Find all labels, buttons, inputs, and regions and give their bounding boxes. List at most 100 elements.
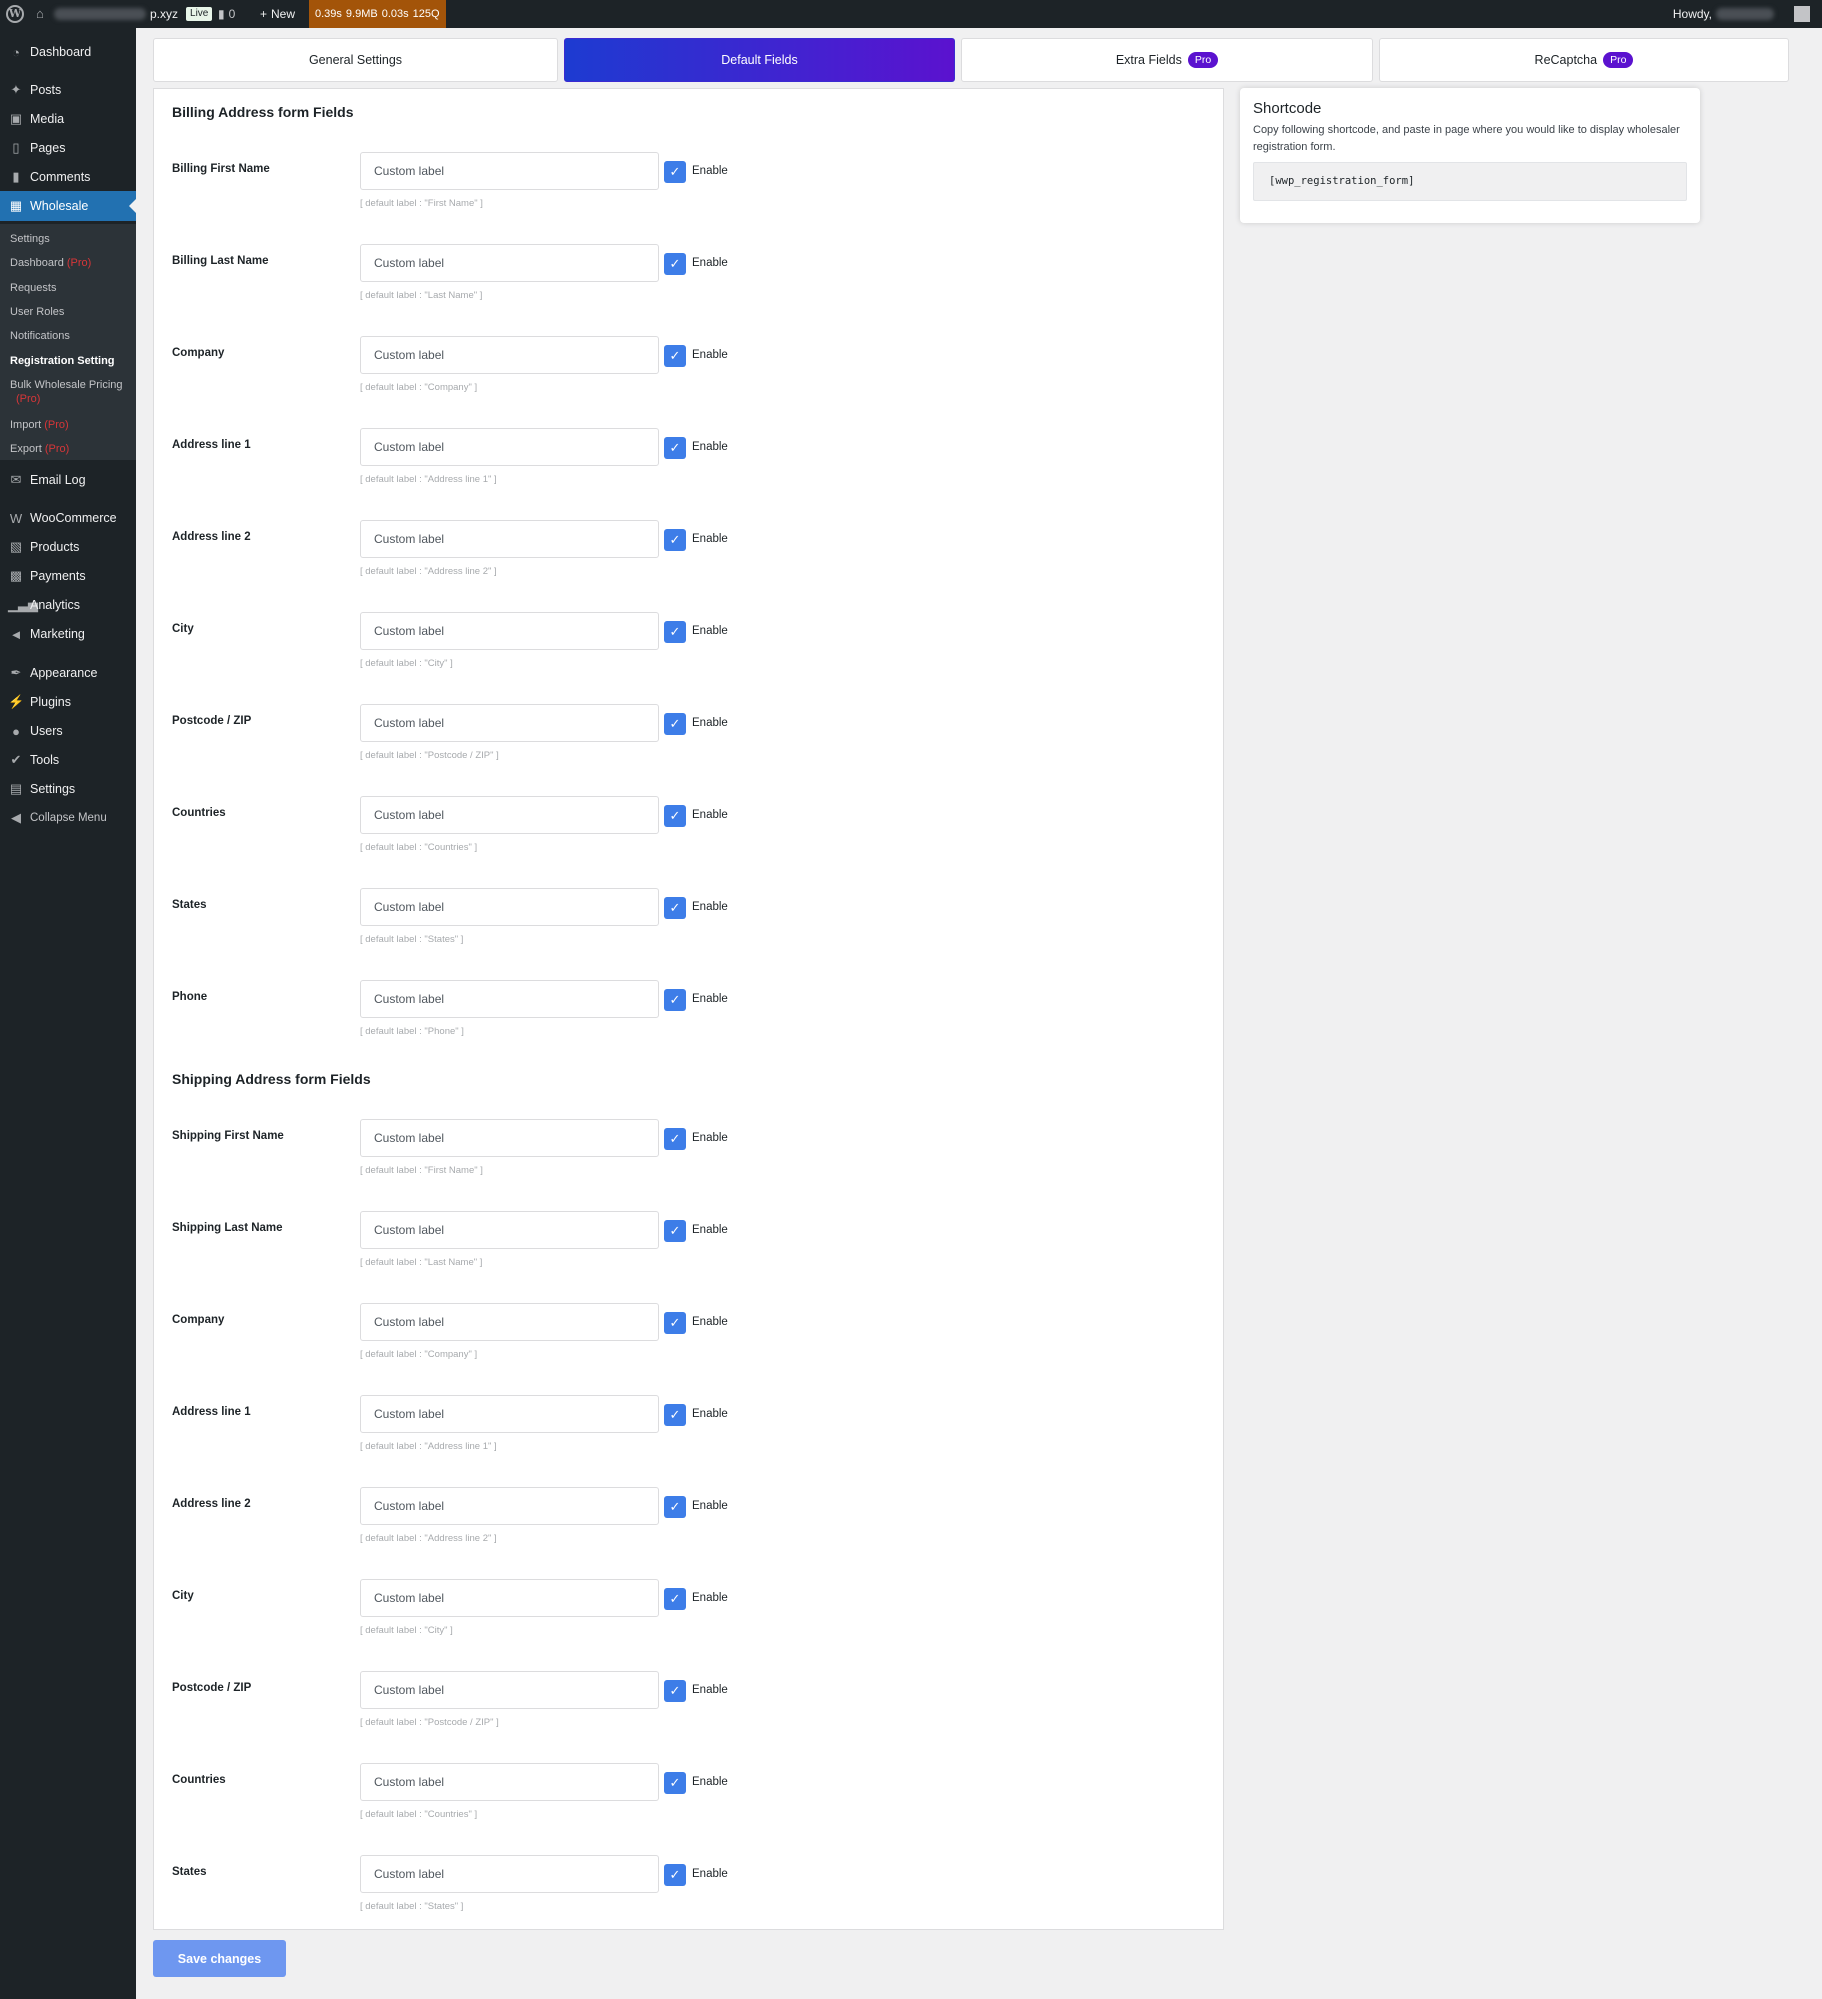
checkmark-icon: ✓: [669, 164, 681, 179]
company-custom-label-input[interactable]: [360, 336, 659, 374]
new-content-link[interactable]: + New: [260, 0, 295, 28]
postcode-zip-custom-label-input[interactable]: [360, 1671, 659, 1709]
comment-icon: ▮: [12, 169, 20, 184]
tab-general-settings[interactable]: General Settings: [153, 38, 558, 82]
query-monitor-link[interactable]: 0.39s 9.9MB 0.03s 125Q: [309, 0, 446, 28]
collapse-menu-button[interactable]: ◀ Collapse Menu: [0, 803, 136, 833]
enable-checkbox[interactable]: ✓: [664, 713, 686, 735]
sidebar-item-label: Comments: [30, 170, 91, 184]
shortcode-value[interactable]: [wwp_registration_form]: [1253, 162, 1687, 201]
sidebar-item-users[interactable]: ● Users: [0, 716, 136, 746]
shipping-last-name-custom-label-input[interactable]: [360, 1211, 659, 1249]
submenu-item-export[interactable]: Export (Pro): [10, 442, 69, 456]
sidebar-item-plugins[interactable]: ⚡ Plugins: [0, 687, 136, 717]
address-line-1-custom-label-input[interactable]: [360, 428, 659, 466]
default-label-hint: [ default label : "Countries" ]: [360, 1809, 478, 1820]
submenu-item-registration-setting[interactable]: Registration Setting: [10, 354, 115, 368]
checkmark-icon: ✓: [669, 1683, 681, 1698]
sidebar-item-posts[interactable]: ✦ Posts: [0, 75, 136, 105]
avatar[interactable]: [1794, 0, 1810, 28]
enable-checkbox[interactable]: ✓: [664, 621, 686, 643]
field-label: Countries: [172, 1774, 226, 1786]
enable-checkbox[interactable]: ✓: [664, 345, 686, 367]
sidebar-item-media[interactable]: ▣ Media: [0, 104, 136, 134]
city-custom-label-input[interactable]: [360, 612, 659, 650]
sidebar-item-settings[interactable]: ▤ Settings: [0, 774, 136, 804]
billing-field-row-address-line-2: Address line 2 ✓ Enable [ default label : "…: [153, 520, 1224, 612]
billing-first-name-custom-label-input[interactable]: [360, 152, 659, 190]
submenu-item-bulk-wholesale-pricing[interactable]: Bulk Wholesale Pricing (Pro): [10, 378, 130, 406]
sidebar-item-payments[interactable]: ▩ Payments: [0, 561, 136, 591]
avatar-icon: [1794, 6, 1810, 22]
enable-checkbox[interactable]: ✓: [664, 1128, 686, 1150]
field-label: Phone: [172, 991, 208, 1003]
enable-checkbox[interactable]: ✓: [664, 1588, 686, 1610]
states-custom-label-input[interactable]: [360, 888, 659, 926]
billing-section-title: Billing Address form Fields: [172, 104, 354, 120]
site-name-redacted: [54, 8, 146, 20]
sidebar-item-comments[interactable]: ▮ Comments: [0, 162, 136, 192]
howdy-account-link[interactable]: Howdy,: [1673, 0, 1774, 28]
submenu-item-settings[interactable]: Settings: [10, 232, 50, 246]
enable-checkbox[interactable]: ✓: [664, 1220, 686, 1242]
sidebar-item-analytics[interactable]: ▁▃▅ Analytics: [0, 590, 136, 620]
site-name-link[interactable]: p.xyz Live: [54, 0, 213, 28]
wordpress-logo-icon[interactable]: W: [6, 0, 26, 28]
comments-link[interactable]: ▮ 0: [218, 0, 235, 28]
shipping-section-title: Shipping Address form Fields: [172, 1071, 371, 1087]
shipping-first-name-custom-label-input[interactable]: [360, 1119, 659, 1157]
address-line-1-custom-label-input[interactable]: [360, 1395, 659, 1433]
enable-checkbox[interactable]: ✓: [664, 253, 686, 275]
address-line-2-custom-label-input[interactable]: [360, 520, 659, 558]
enable-checkbox[interactable]: ✓: [664, 1496, 686, 1518]
submenu-item-import[interactable]: Import (Pro): [10, 418, 69, 432]
sidebar-item-email-log[interactable]: ✉ Email Log: [0, 465, 136, 495]
postcode-zip-custom-label-input[interactable]: [360, 704, 659, 742]
enable-checkbox[interactable]: ✓: [664, 805, 686, 827]
home-icon[interactable]: ⌂: [36, 0, 44, 28]
enable-checkbox[interactable]: ✓: [664, 1772, 686, 1794]
enable-checkbox[interactable]: ✓: [664, 897, 686, 919]
save-changes-button[interactable]: Save changes: [153, 1940, 286, 1977]
address-line-2-custom-label-input[interactable]: [360, 1487, 659, 1525]
sidebar-item-products[interactable]: ▧ Products: [0, 532, 136, 562]
enable-checkbox[interactable]: ✓: [664, 161, 686, 183]
countries-custom-label-input[interactable]: [360, 1763, 659, 1801]
sidebar-item-appearance[interactable]: ✒ Appearance: [0, 658, 136, 688]
sidebar-item-tools[interactable]: ✔ Tools: [0, 745, 136, 775]
submenu-item-user-roles[interactable]: User Roles: [10, 305, 64, 319]
enable-checkbox[interactable]: ✓: [664, 989, 686, 1011]
tab-extra-fields[interactable]: Extra Fields Pro: [961, 38, 1373, 82]
billing-last-name-custom-label-input[interactable]: [360, 244, 659, 282]
sidebar-item-wholesale[interactable]: ▦ Wholesale: [0, 191, 136, 221]
tab-default-fields[interactable]: Default Fields: [564, 38, 955, 82]
billing-field-row-billing-last-name: Billing Last Name ✓ Enable [ default label …: [153, 244, 1224, 336]
sidebar-item-dashboard[interactable]: ◔ Dashboard: [0, 37, 136, 67]
submenu-item-requests[interactable]: Requests: [10, 281, 56, 295]
plus-icon: +: [260, 7, 268, 21]
sidebar-item-label: Products: [30, 540, 80, 554]
sidebar-item-woocommerce[interactable]: W WooCommerce: [0, 503, 136, 533]
sidebar-item-marketing[interactable]: ◄ Marketing: [0, 619, 136, 649]
enable-checkbox[interactable]: ✓: [664, 529, 686, 551]
states-custom-label-input[interactable]: [360, 1855, 659, 1893]
default-label-hint: [ default label : "Postcode / ZIP" ]: [360, 750, 499, 761]
phone-custom-label-input[interactable]: [360, 980, 659, 1018]
sidebar-item-pages[interactable]: ▯ Pages: [0, 133, 136, 163]
city-custom-label-input[interactable]: [360, 1579, 659, 1617]
enable-checkbox[interactable]: ✓: [664, 1404, 686, 1426]
submenu-item-notifications[interactable]: Notifications: [10, 329, 70, 343]
enable-checkbox[interactable]: ✓: [664, 1680, 686, 1702]
shipping-field-row-shipping-first-name: Shipping First Name ✓ Enable [ default labe…: [153, 1119, 1224, 1211]
shipping-field-row-address-line-2: Address line 2 ✓ Enable [ default label : "…: [153, 1487, 1224, 1579]
submenu-item-dashboard[interactable]: Dashboard (Pro): [10, 256, 91, 270]
countries-custom-label-input[interactable]: [360, 796, 659, 834]
enable-checkbox[interactable]: ✓: [664, 437, 686, 459]
checkmark-icon: ✓: [669, 808, 681, 823]
pro-label: (Pro): [44, 443, 70, 455]
tab-recaptcha[interactable]: ReCaptcha Pro: [1379, 38, 1789, 82]
enable-checkbox[interactable]: ✓: [664, 1864, 686, 1886]
enable-checkbox[interactable]: ✓: [664, 1312, 686, 1334]
company-custom-label-input[interactable]: [360, 1303, 659, 1341]
sidebar-item-label: Media: [30, 112, 65, 126]
